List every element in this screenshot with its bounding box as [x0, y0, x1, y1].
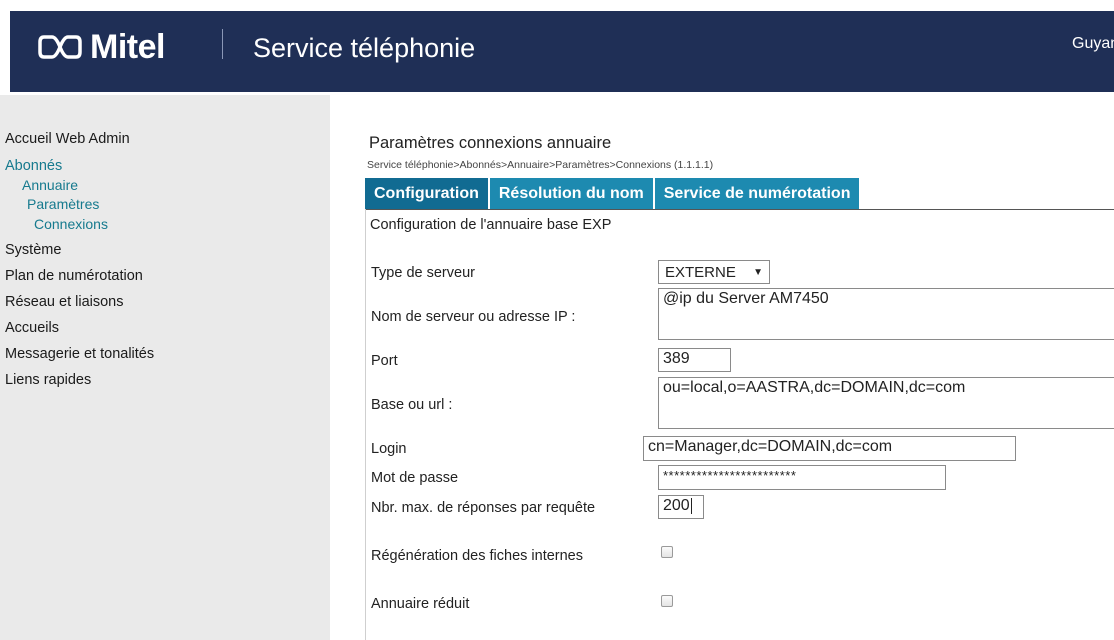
sidebar-item-connexions[interactable]: Connexions [34, 216, 108, 232]
max-responses-label: Nbr. max. de réponses par requête [371, 500, 596, 516]
sidebar-item-systeme[interactable]: Système [5, 242, 61, 258]
sidebar-item-messagerie-et-tonalites[interactable]: Messagerie et tonalités [5, 346, 154, 362]
tab-bar: Configuration Résolution du nom Service … [365, 178, 862, 209]
base-url-label: Base ou url : [371, 397, 453, 413]
max-responses-input[interactable]: 200 [658, 495, 704, 519]
brand-name: Mitel [90, 27, 165, 66]
page-title: Paramètres connexions annuaire [369, 134, 612, 152]
sidebar-item-abonnes[interactable]: Abonnés [5, 158, 62, 174]
sidebar-item-plan-de-numerotation[interactable]: Plan de numérotation [5, 268, 143, 284]
sidebar-item-accueils[interactable]: Accueils [5, 320, 59, 336]
base-url-input[interactable]: ou=local,o=AASTRA,dc=DOMAIN,dc=com [658, 377, 1114, 429]
port-label: Port [371, 353, 398, 369]
mitel-logo-icon [38, 35, 82, 59]
server-type-label: Type de serveur [371, 265, 475, 281]
regen-checkbox[interactable] [661, 546, 673, 558]
sidebar: Accueil Web Admin Abonnés Annuaire Param… [0, 95, 330, 640]
dropdown-arrow-icon: ▼ [753, 266, 763, 278]
server-name-label: Nom de serveur ou adresse IP : [371, 309, 576, 325]
breadcrumb: Service téléphonie>Abonnés>Annuaire>Para… [367, 159, 714, 171]
user-name[interactable]: Guyan [1072, 35, 1114, 53]
server-type-select[interactable]: EXTERNE ▼ [658, 260, 770, 284]
login-input[interactable]: cn=Manager,dc=DOMAIN,dc=com [643, 436, 1016, 461]
reduced-directory-label: Annuaire réduit [371, 596, 470, 612]
login-label: Login [371, 441, 407, 457]
tab-underline [365, 209, 1114, 210]
sidebar-item-accueil-web-admin[interactable]: Accueil Web Admin [5, 131, 130, 147]
reduced-directory-checkbox[interactable] [661, 595, 673, 607]
regen-label: Régénération des fiches internes [371, 548, 583, 564]
app-header: Mitel Service téléphonie Guyan [10, 11, 1114, 92]
mitel-logo[interactable]: Mitel [38, 27, 165, 67]
max-responses-value: 200 [663, 497, 690, 514]
sidebar-item-reseau-et-liaisons[interactable]: Réseau et liaisons [5, 294, 124, 310]
password-input[interactable]: ************************ [658, 465, 946, 490]
text-caret [690, 497, 692, 514]
server-name-input[interactable]: @ip du Server AM7450 [658, 288, 1114, 340]
content-left-border [365, 209, 366, 640]
sidebar-item-liens-rapides[interactable]: Liens rapides [5, 372, 91, 388]
tab-configuration[interactable]: Configuration [365, 178, 490, 209]
server-type-value: EXTERNE [665, 263, 736, 281]
tab-service-de-numerotation[interactable]: Service de numérotation [654, 178, 862, 209]
sidebar-item-parametres[interactable]: Paramètres [27, 196, 99, 212]
section-title: Configuration de l'annuaire base EXP [370, 217, 612, 233]
sidebar-item-annuaire[interactable]: Annuaire [22, 177, 78, 193]
service-title: Service téléphonie [253, 33, 476, 63]
port-input[interactable]: 389 [658, 348, 731, 372]
tab-resolution-du-nom[interactable]: Résolution du nom [489, 178, 655, 209]
header-divider [222, 29, 223, 59]
password-label: Mot de passe [371, 470, 459, 486]
